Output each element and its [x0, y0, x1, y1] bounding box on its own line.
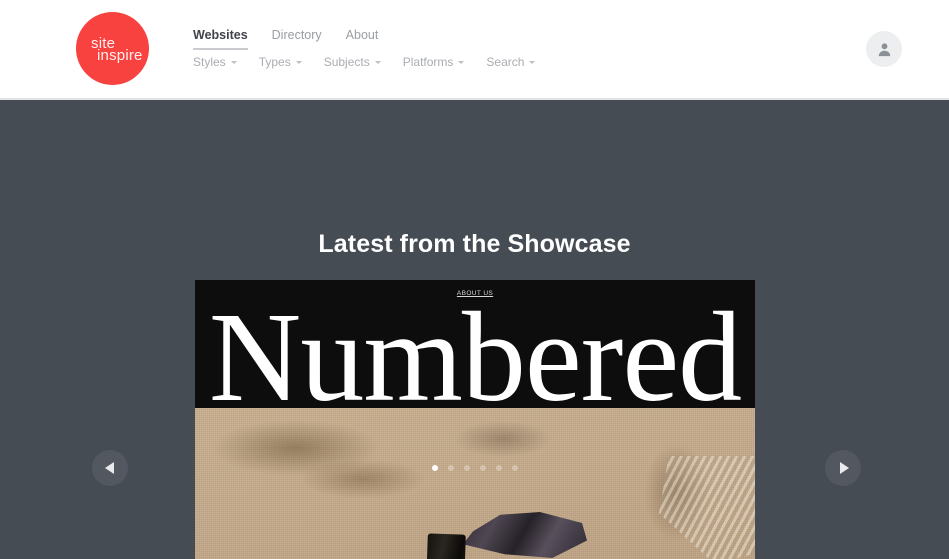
filter-navigation: Styles Types Subjects Platforms Search — [193, 55, 557, 69]
logo-text-inspire: inspire — [97, 47, 143, 64]
carousel-dot-4[interactable] — [479, 465, 486, 471]
slide-photo-background — [195, 408, 755, 559]
carousel-dot-1[interactable] — [431, 465, 438, 471]
filter-types-label: Types — [258, 55, 291, 69]
chevron-down-icon — [295, 60, 302, 64]
carousel-dot-2[interactable] — [447, 465, 454, 471]
carousel-dot-6[interactable] — [511, 465, 518, 471]
filter-types[interactable]: Types — [259, 55, 302, 69]
filter-styles-label: Styles — [193, 55, 226, 69]
bottle-cap — [426, 533, 466, 559]
filter-platforms-label: Platforms — [402, 55, 454, 69]
avatar[interactable] — [866, 31, 902, 67]
user-icon — [878, 42, 890, 56]
filter-subjects[interactable]: Subjects — [324, 55, 381, 69]
filter-platforms[interactable]: Platforms — [403, 55, 465, 69]
slide-headline: Numbered — [208, 286, 742, 428]
nav-item-websites[interactable]: Websites — [193, 28, 248, 50]
chevron-down-icon — [458, 60, 465, 64]
chevron-down-icon — [374, 60, 381, 64]
filter-subjects-label: Subjects — [323, 55, 370, 69]
primary-navigation: Websites Directory About — [193, 28, 402, 50]
carousel-dot-5[interactable] — [495, 465, 502, 471]
site-logo[interactable]: site inspire — [76, 12, 149, 85]
filter-styles[interactable]: Styles — [193, 55, 237, 69]
featured-slide[interactable]: ABOUT US Numbered Numbered → — [195, 280, 755, 559]
nav-item-about[interactable]: About — [346, 28, 379, 48]
chevron-down-icon — [529, 60, 536, 64]
site-header: site inspire Websites Directory About St… — [0, 0, 949, 100]
carousel-pagination — [0, 465, 949, 471]
showcase-section: Latest from the Showcase ABOUT US Number… — [0, 100, 949, 559]
filter-search[interactable]: Search — [486, 55, 536, 69]
filter-search-label: Search — [486, 55, 525, 69]
page-title: Latest from the Showcase — [318, 230, 631, 258]
nav-item-directory[interactable]: Directory — [272, 28, 322, 48]
carousel-dot-3[interactable] — [463, 465, 470, 471]
chevron-down-icon — [230, 60, 237, 64]
